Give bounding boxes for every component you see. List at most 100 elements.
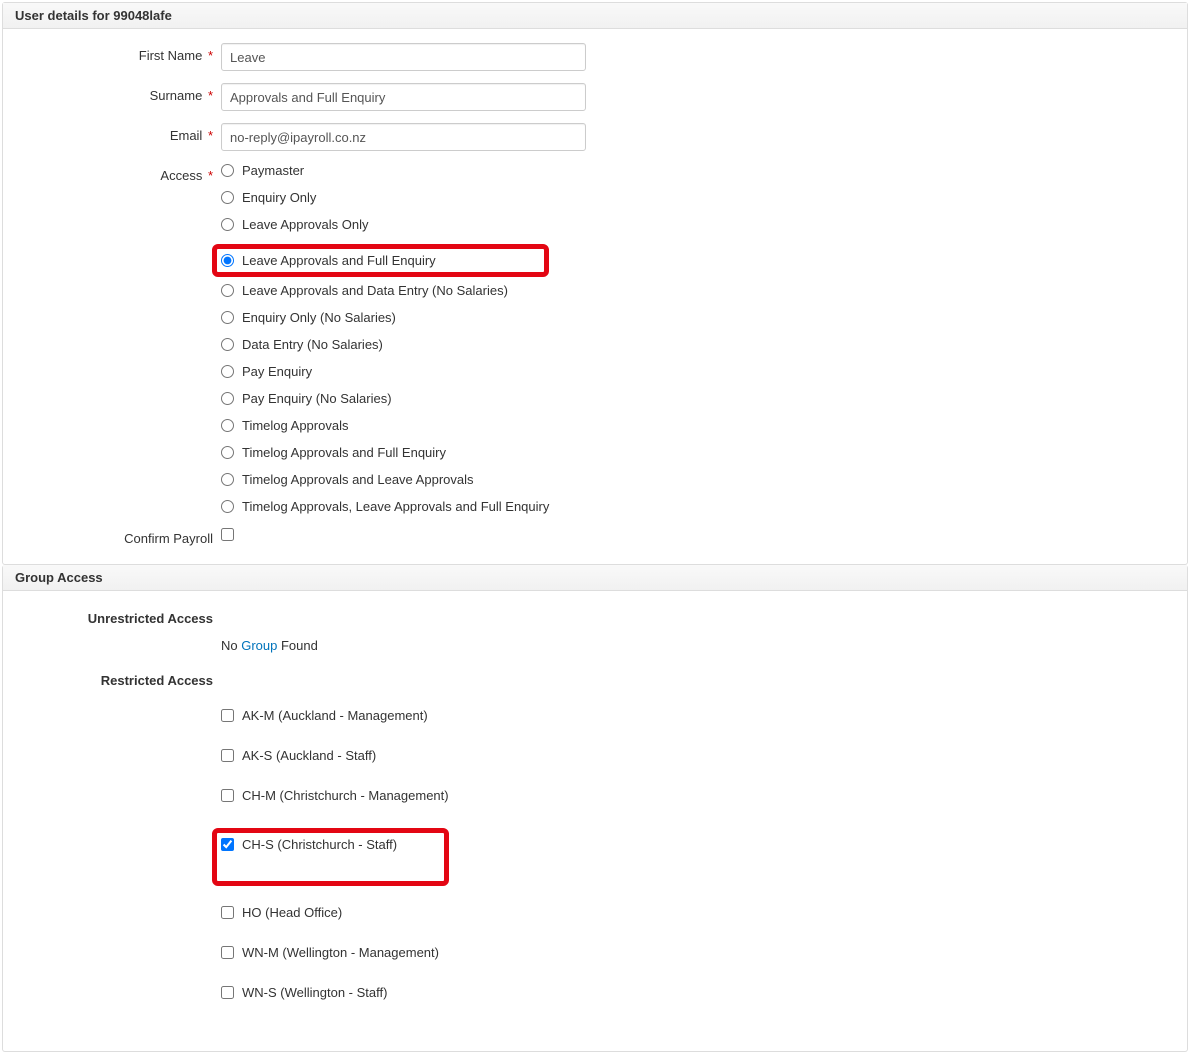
access-radio[interactable] <box>221 191 234 204</box>
restricted-option-label: CH-S (Christchurch - Staff) <box>242 837 397 852</box>
access-option[interactable]: Timelog Approvals <box>221 418 549 433</box>
access-option-label: Timelog Approvals <box>242 418 348 433</box>
access-label: Access * <box>13 163 221 183</box>
required-indicator: * <box>204 128 213 143</box>
access-options: Paymaster Enquiry Only Leave Approvals Onl… <box>221 163 549 514</box>
access-radio[interactable] <box>221 338 234 351</box>
restricted-option[interactable]: CH-M (Christchurch - Management) <box>221 788 449 803</box>
access-radio[interactable] <box>221 365 234 378</box>
email-row: Email * <box>13 123 1177 151</box>
restricted-option-label: HO (Head Office) <box>242 905 342 920</box>
group-link[interactable]: Group <box>241 638 277 653</box>
access-option[interactable]: Timelog Approvals and Full Enquiry <box>221 445 549 460</box>
restricted-checkbox[interactable] <box>221 838 234 851</box>
access-option-label: Enquiry Only <box>242 190 316 205</box>
restricted-option[interactable]: CH-S (Christchurch - Staff) <box>221 837 397 852</box>
access-option-label: Leave Approvals Only <box>242 217 368 232</box>
access-radio[interactable] <box>221 446 234 459</box>
restricted-checkbox[interactable] <box>221 749 234 762</box>
access-radio[interactable] <box>221 419 234 432</box>
access-option[interactable]: Pay Enquiry (No Salaries) <box>221 391 549 406</box>
access-option[interactable]: Enquiry Only <box>221 190 549 205</box>
first-name-row: First Name * <box>13 43 1177 71</box>
no-group-suffix: Found <box>277 638 317 653</box>
access-radio[interactable] <box>221 218 234 231</box>
surname-row: Surname * <box>13 83 1177 111</box>
restricted-option-label: WN-S (Wellington - Staff) <box>242 985 387 1000</box>
access-option-label: Enquiry Only (No Salaries) <box>242 310 396 325</box>
access-row: Access * Paymaster Enquiry Only Leave Appr… <box>13 163 1177 514</box>
access-option-label: Leave Approvals and Data Entry (No Salar… <box>242 283 508 298</box>
surname-input[interactable] <box>221 83 586 111</box>
email-label-text: Email <box>170 128 203 143</box>
group-access-body: Unrestricted Access No Group Found Restr… <box>3 591 1187 1051</box>
highlight-box: Leave Approvals and Full Enquiry <box>212 244 549 277</box>
access-option-label: Leave Approvals and Full Enquiry <box>242 253 436 268</box>
user-details-heading: User details for 99048lafe <box>3 3 1187 29</box>
no-group-text: No Group Found <box>221 638 318 653</box>
access-radio[interactable] <box>221 392 234 405</box>
access-radio[interactable] <box>221 473 234 486</box>
user-details-body: First Name * Surname * Email * A <box>3 29 1187 564</box>
group-access-heading: Group Access <box>3 565 1187 591</box>
access-option[interactable]: Leave Approvals Only <box>221 217 549 232</box>
access-radio[interactable] <box>221 311 234 324</box>
access-option-label: Pay Enquiry <box>242 364 312 379</box>
access-radio[interactable] <box>221 164 234 177</box>
email-input[interactable] <box>221 123 586 151</box>
access-option[interactable]: Leave Approvals and Full Enquiry <box>221 253 436 268</box>
user-details-panel: User details for 99048lafe First Name * … <box>2 2 1188 565</box>
restricted-option[interactable]: HO (Head Office) <box>221 905 449 920</box>
restricted-option-label: AK-S (Auckland - Staff) <box>242 748 376 763</box>
restricted-option[interactable]: AK-M (Auckland - Management) <box>221 708 449 723</box>
access-option-label: Pay Enquiry (No Salaries) <box>242 391 392 406</box>
restricted-row: Restricted Access <box>13 673 1177 688</box>
restricted-option-label: WN-M (Wellington - Management) <box>242 945 439 960</box>
first-name-input[interactable] <box>221 43 586 71</box>
surname-label: Surname * <box>13 83 221 103</box>
access-radio[interactable] <box>221 254 234 267</box>
restricted-option-label: CH-M (Christchurch - Management) <box>242 788 449 803</box>
restricted-checkbox[interactable] <box>221 789 234 802</box>
access-option[interactable]: Timelog Approvals and Leave Approvals <box>221 472 549 487</box>
no-group-prefix: No <box>221 638 241 653</box>
required-indicator: * <box>204 48 213 63</box>
restricted-option[interactable]: WN-S (Wellington - Staff) <box>221 985 449 1000</box>
access-option-label: Timelog Approvals and Full Enquiry <box>242 445 446 460</box>
access-radio[interactable] <box>221 500 234 513</box>
restricted-checkbox[interactable] <box>221 906 234 919</box>
access-option[interactable]: Data Entry (No Salaries) <box>221 337 549 352</box>
confirm-payroll-label: Confirm Payroll <box>13 526 221 546</box>
access-option[interactable]: Timelog Approvals, Leave Approvals and F… <box>221 499 549 514</box>
access-radio[interactable] <box>221 284 234 297</box>
confirm-payroll-row: Confirm Payroll <box>13 526 1177 546</box>
restricted-option[interactable]: WN-M (Wellington - Management) <box>221 945 449 960</box>
access-option[interactable]: Leave Approvals and Data Entry (No Salar… <box>221 283 549 298</box>
first-name-label: First Name * <box>13 43 221 63</box>
email-label: Email * <box>13 123 221 143</box>
access-option[interactable]: Enquiry Only (No Salaries) <box>221 310 549 325</box>
restricted-options-row: AK-M (Auckland - Management) AK-S (Auckla… <box>13 704 1177 1025</box>
access-option[interactable]: Paymaster <box>221 163 549 178</box>
no-group-row: No Group Found <box>13 638 1177 653</box>
access-option-label: Paymaster <box>242 163 304 178</box>
confirm-payroll-checkbox[interactable] <box>221 528 234 541</box>
required-indicator: * <box>204 168 213 183</box>
access-option-label: Timelog Approvals, Leave Approvals and F… <box>242 499 549 514</box>
restricted-label: Restricted Access <box>13 673 221 688</box>
restricted-checkbox[interactable] <box>221 709 234 722</box>
access-option-label: Data Entry (No Salaries) <box>242 337 383 352</box>
restricted-checkbox[interactable] <box>221 986 234 999</box>
access-label-text: Access <box>160 168 202 183</box>
group-access-panel: Group Access Unrestricted Access No Grou… <box>2 565 1188 1052</box>
first-name-label-text: First Name <box>139 48 203 63</box>
restricted-option[interactable]: AK-S (Auckland - Staff) <box>221 748 449 763</box>
access-option[interactable]: Pay Enquiry <box>221 364 549 379</box>
restricted-checkbox[interactable] <box>221 946 234 959</box>
required-indicator: * <box>204 88 213 103</box>
surname-label-text: Surname <box>150 88 203 103</box>
unrestricted-row: Unrestricted Access <box>13 611 1177 626</box>
highlight-box: CH-S (Christchurch - Staff) <box>212 828 449 886</box>
unrestricted-label: Unrestricted Access <box>13 611 221 626</box>
restricted-options: AK-M (Auckland - Management) AK-S (Auckla… <box>221 704 449 1025</box>
